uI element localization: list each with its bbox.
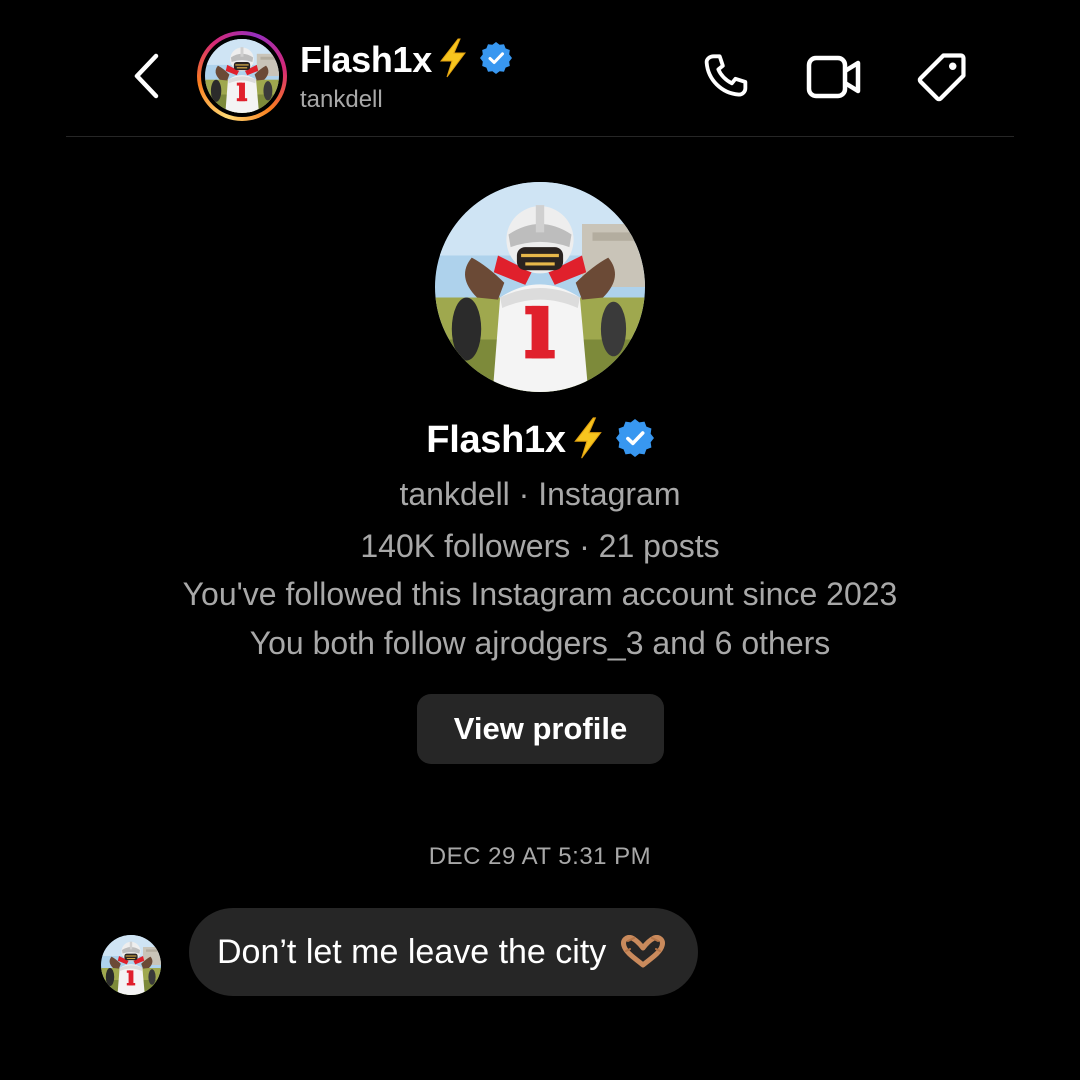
view-profile-button[interactable]: View profile bbox=[417, 694, 664, 764]
video-call-button[interactable] bbox=[805, 48, 863, 106]
message-text: Don’t let me leave the city bbox=[217, 932, 607, 971]
profile-stats: 140K followers · 21 posts bbox=[360, 528, 720, 564]
profile-display-name: Flash1x bbox=[426, 418, 566, 461]
verified-badge-icon bbox=[615, 418, 654, 462]
follow-since-text: You've followed this Instagram account s… bbox=[182, 576, 898, 612]
tag-icon bbox=[917, 53, 966, 102]
profile-avatar[interactable] bbox=[435, 182, 645, 392]
lightning-bolt-icon bbox=[436, 38, 470, 83]
video-camera-icon bbox=[806, 55, 861, 99]
chat-header: Flash1x tankdell bbox=[0, 0, 1080, 137]
heart-hands-icon bbox=[620, 935, 666, 969]
tag-button[interactable] bbox=[913, 48, 971, 106]
message-bubble[interactable]: Don’t let me leave the city bbox=[189, 908, 699, 996]
header-display-name: Flash1x bbox=[300, 39, 432, 80]
header-avatar[interactable] bbox=[197, 31, 287, 121]
message-timestamp: DEC 29 AT 5:31 PM bbox=[428, 843, 652, 870]
header-divider bbox=[66, 136, 1014, 137]
header-username: tankdell bbox=[300, 86, 383, 113]
back-button[interactable] bbox=[124, 48, 168, 104]
profile-name-row: Flash1x bbox=[0, 414, 1080, 466]
verified-badge-icon bbox=[479, 41, 512, 79]
header-avatar-photo bbox=[205, 39, 279, 113]
chevron-left-icon bbox=[134, 53, 159, 99]
phone-icon bbox=[704, 54, 748, 97]
header-name-row[interactable]: Flash1x bbox=[300, 38, 512, 82]
lightning-bolt-icon bbox=[570, 416, 606, 465]
sender-avatar[interactable] bbox=[101, 935, 161, 995]
audio-call-button[interactable] bbox=[697, 48, 755, 106]
profile-subtitle: tankdell · Instagram bbox=[399, 476, 681, 512]
mutual-followers-text: You both follow ajrodgers_3 and 6 others bbox=[249, 625, 831, 661]
